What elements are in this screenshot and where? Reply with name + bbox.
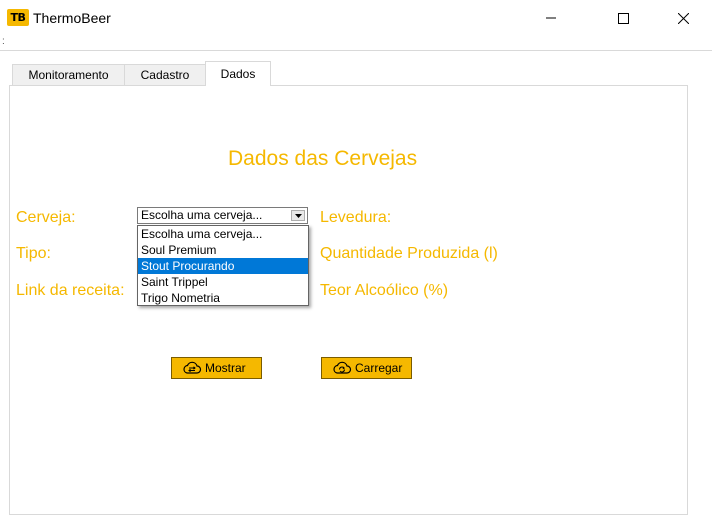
carregar-button[interactable]: Carregar — [321, 357, 412, 379]
combobox-value: Escolha uma cerveja... — [141, 208, 263, 222]
close-button[interactable] — [660, 0, 706, 36]
dropdown-option[interactable]: Escolha uma cerveja... — [138, 226, 308, 242]
tab-cadastro[interactable]: Cadastro — [124, 64, 206, 85]
cerveja-combobox[interactable]: Escolha uma cerveja... — [137, 207, 308, 224]
label-link-receita: Link da receita: — [16, 282, 125, 299]
dropdown-option[interactable]: Trigo Nometria — [138, 290, 308, 306]
label-teor-alcoolico: Teor Alcoólico (%) — [320, 282, 449, 299]
carregar-button-label: Carregar — [355, 361, 403, 375]
cloud-refresh-icon — [333, 361, 352, 374]
close-icon — [677, 12, 689, 24]
dropdown-option-highlighted[interactable]: Stout Procurando — [138, 258, 308, 274]
menubar-divider — [0, 50, 712, 51]
label-levedura: Levedura: — [320, 209, 392, 226]
minimize-button[interactable] — [528, 0, 574, 36]
mostrar-button-label: Mostrar — [205, 361, 246, 375]
mostrar-button[interactable]: Mostrar — [171, 357, 262, 379]
label-quantidade-produzida: Quantidade Produzida (l) — [320, 245, 498, 262]
title-bar: TB ThermoBeer — [0, 0, 712, 36]
maximize-button[interactable] — [600, 0, 646, 36]
minimize-icon — [546, 17, 556, 19]
menu-grip[interactable]: : — [2, 36, 5, 48]
dropdown-option[interactable]: Saint Trippel — [138, 274, 308, 290]
tab-dados[interactable]: Dados — [205, 61, 271, 86]
app-logo: TB — [7, 9, 29, 26]
window-title: ThermoBeer — [33, 10, 111, 26]
dropdown-option[interactable]: Soul Premium — [138, 242, 308, 258]
label-cerveja: Cerveja: — [16, 209, 76, 226]
page-title: Dados das Cervejas — [228, 147, 418, 170]
cloud-sync-icon — [183, 361, 202, 374]
chevron-down-icon — [294, 213, 302, 218]
combobox-dropdown-button[interactable] — [291, 210, 305, 221]
label-tipo: Tipo: — [16, 245, 51, 262]
tab-monitoramento[interactable]: Monitoramento — [12, 64, 125, 85]
cerveja-dropdown-list: Escolha uma cerveja... Soul Premium Stou… — [137, 225, 309, 306]
maximize-icon — [617, 12, 629, 24]
